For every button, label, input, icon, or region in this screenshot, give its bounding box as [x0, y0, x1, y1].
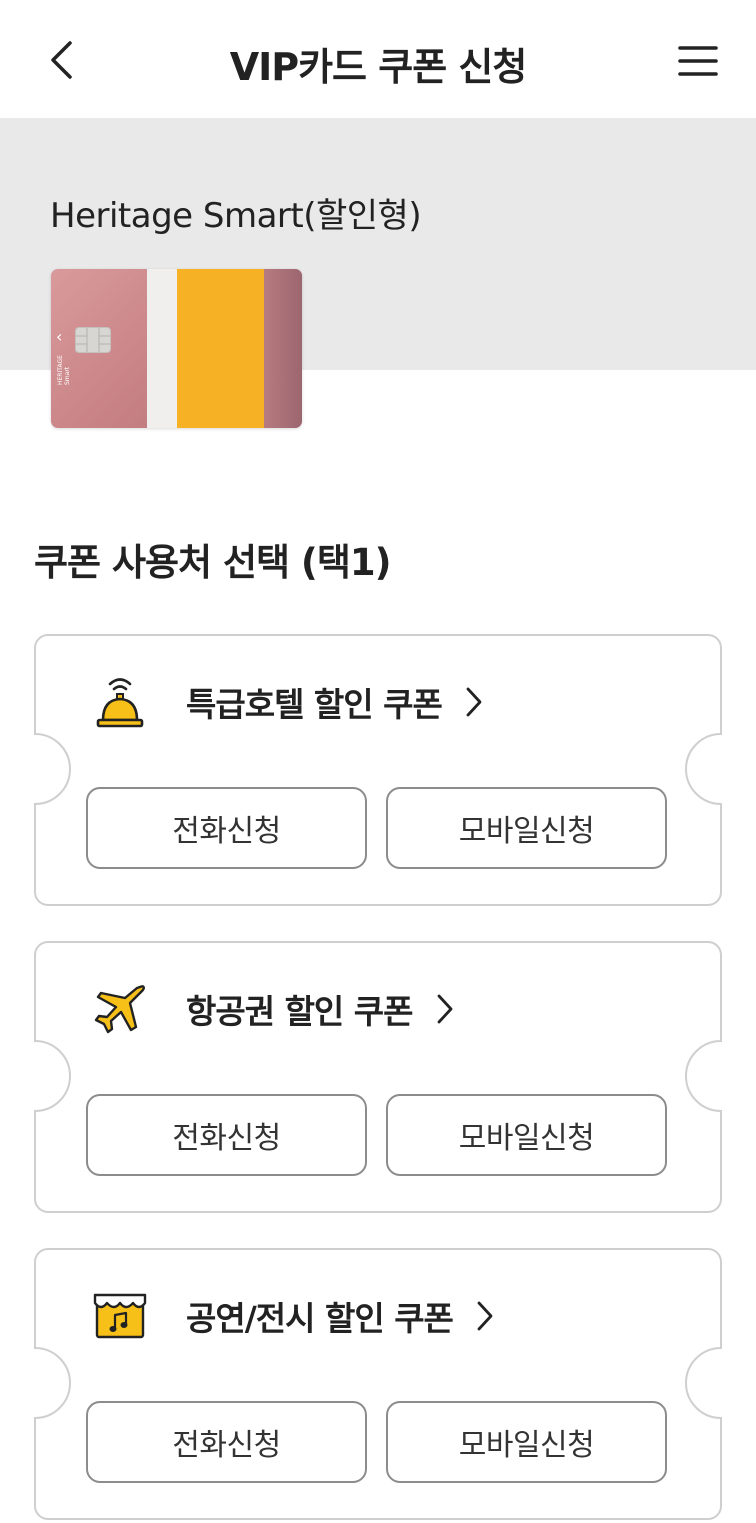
- top-app-bar: VIP카드 쿠폰 신청: [0, 0, 756, 118]
- mobile-apply-button[interactable]: 모바일신청: [386, 787, 667, 869]
- coupon-title: 특급호텔 할인 쿠폰: [186, 685, 443, 724]
- coupon-card-hotel: 특급호텔 할인 쿠폰 전화신청 모바일신청: [34, 634, 722, 906]
- hamburger-menu-icon: [678, 46, 718, 76]
- card-image: ‹ HERITAGE Smart: [51, 269, 302, 428]
- phone-apply-button[interactable]: 전화신청: [86, 787, 367, 869]
- coupon-title-link[interactable]: 항공권 할인 쿠폰: [186, 987, 455, 1031]
- card-name: Heritage Smart(할인형): [50, 196, 422, 236]
- theater-music-icon: [92, 1286, 148, 1346]
- chevron-right-icon: [475, 1300, 495, 1332]
- coupon-title: 항공권 할인 쿠폰: [186, 992, 413, 1031]
- card-stripe-right: [264, 269, 302, 428]
- page-title: VIP카드 쿠폰 신청: [229, 45, 528, 89]
- coupon-title-link[interactable]: 공연/전시 할인 쿠폰: [186, 1294, 495, 1338]
- card-stripe-white: [147, 269, 177, 428]
- mobile-apply-button[interactable]: 모바일신청: [386, 1401, 667, 1483]
- card-arrow-icon: ‹: [56, 327, 63, 346]
- card-brand-line1: HERITAGE: [57, 355, 64, 385]
- mobile-apply-button[interactable]: 모바일신청: [386, 1094, 667, 1176]
- phone-apply-button[interactable]: 전화신청: [86, 1094, 367, 1176]
- card-brand-line2: Smart: [64, 366, 71, 385]
- card-brand-text: HERITAGE Smart: [57, 345, 71, 385]
- menu-button[interactable]: [670, 36, 726, 86]
- hotel-bell-icon: [92, 672, 148, 732]
- coupon-title: 공연/전시 할인 쿠폰: [186, 1299, 454, 1338]
- page: VIP카드 쿠폰 신청 Heritage Smart(할인형) ‹ HERITA…: [0, 0, 756, 1523]
- chevron-right-icon: [435, 993, 455, 1025]
- coupon-card-airline: 항공권 할인 쿠폰 전화신청 모바일신청: [34, 941, 722, 1213]
- coupon-card-performance: 공연/전시 할인 쿠폰 전화신청 모바일신청: [34, 1248, 722, 1520]
- section-title: 쿠폰 사용처 선택 (택1): [34, 541, 392, 584]
- coupon-title-link[interactable]: 특급호텔 할인 쿠폰: [186, 680, 484, 724]
- airplane-icon: [92, 979, 148, 1039]
- card-stripe-yellow: [177, 269, 264, 428]
- phone-apply-button[interactable]: 전화신청: [86, 1401, 367, 1483]
- chevron-right-icon: [464, 686, 484, 718]
- card-chip-icon: [75, 327, 111, 353]
